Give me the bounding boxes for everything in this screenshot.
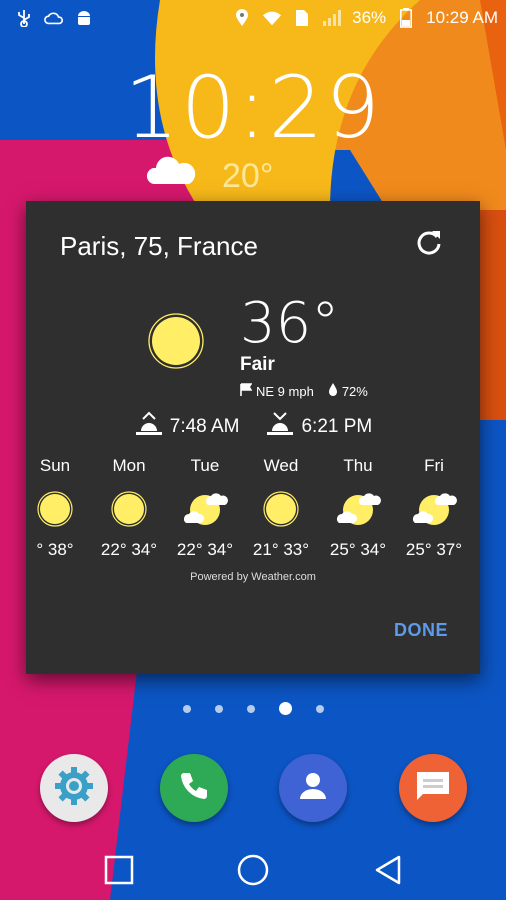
wind-value: NE 9 mph [256, 383, 314, 399]
page-dot[interactable] [214, 704, 223, 713]
cloud-icon [44, 8, 64, 28]
sim-icon [292, 8, 312, 28]
refresh-icon[interactable] [414, 227, 444, 257]
messages-app[interactable] [399, 754, 467, 822]
current-condition: Fair [240, 354, 275, 375]
messages-icon [414, 769, 452, 808]
home-button[interactable] [235, 852, 271, 888]
sunrise-item: 7:48 AM [134, 411, 240, 443]
page-indicator [0, 702, 506, 715]
forecast-row: Sun ° 38° Mon 22° 34° Tue 22° 34° Wed 21… [26, 456, 480, 571]
signal-icon [322, 8, 342, 28]
recents-button[interactable] [101, 852, 137, 888]
sunset-time: 6:21 PM [301, 416, 373, 437]
phone-app[interactable] [160, 754, 228, 822]
sun-icon [146, 311, 206, 376]
page-dot[interactable] [246, 704, 255, 713]
app-dock [0, 754, 506, 824]
sunset-icon [265, 411, 295, 443]
battery-percent: 36% [352, 8, 387, 27]
humidity-drop-icon [328, 383, 338, 399]
sunrise-time: 7:48 AM [169, 416, 240, 437]
cloud-snow-icon [144, 152, 198, 201]
phone-icon [177, 769, 211, 808]
powered-by-label: Powered by Weather.com [190, 571, 316, 583]
humidity-value: 72% [341, 383, 368, 399]
settings-app[interactable] [40, 754, 108, 822]
sunrise-icon [134, 411, 164, 443]
wifi-icon [262, 8, 282, 28]
back-button[interactable] [370, 852, 406, 888]
navigation-bar [0, 838, 506, 900]
battery-icon [396, 8, 416, 28]
day-name: Fri [424, 456, 444, 475]
android-icon [74, 8, 94, 28]
status-bar: 36% 10:29 AM [0, 0, 506, 36]
contacts-icon [296, 769, 330, 808]
page-dot[interactable] [182, 704, 191, 713]
wind-humidity-row: NE 9 mph 72% [240, 383, 368, 399]
status-time: 10:29 AM [426, 8, 498, 27]
background-weather-widget: 20° [144, 152, 273, 201]
location-icon [232, 8, 252, 28]
forecast-day: Fri 25° 37° [389, 456, 479, 560]
sunset-item: 6:21 PM [265, 411, 372, 443]
settings-icon [52, 764, 96, 813]
done-button[interactable]: DONE [394, 620, 448, 641]
sun-times-row: 7:48 AM 6:21 PM [26, 411, 480, 443]
contacts-app[interactable] [279, 754, 347, 822]
day-temps: 25° 37° [405, 540, 463, 559]
lockscreen-clock: 10:29 [124, 58, 382, 158]
page-dot[interactable] [315, 704, 324, 713]
background-temp: 20° [222, 157, 274, 195]
flag-icon [240, 383, 253, 399]
usb-icon [14, 8, 34, 28]
location-label: Paris, 75, France [60, 231, 258, 261]
current-temperature: 36° [240, 291, 340, 356]
page-dot-active[interactable] [278, 702, 292, 715]
partly-cloudy-icon [389, 478, 479, 540]
weather-card: Paris, 75, France 36° Fair NE 9 mph 72% … [26, 201, 480, 674]
